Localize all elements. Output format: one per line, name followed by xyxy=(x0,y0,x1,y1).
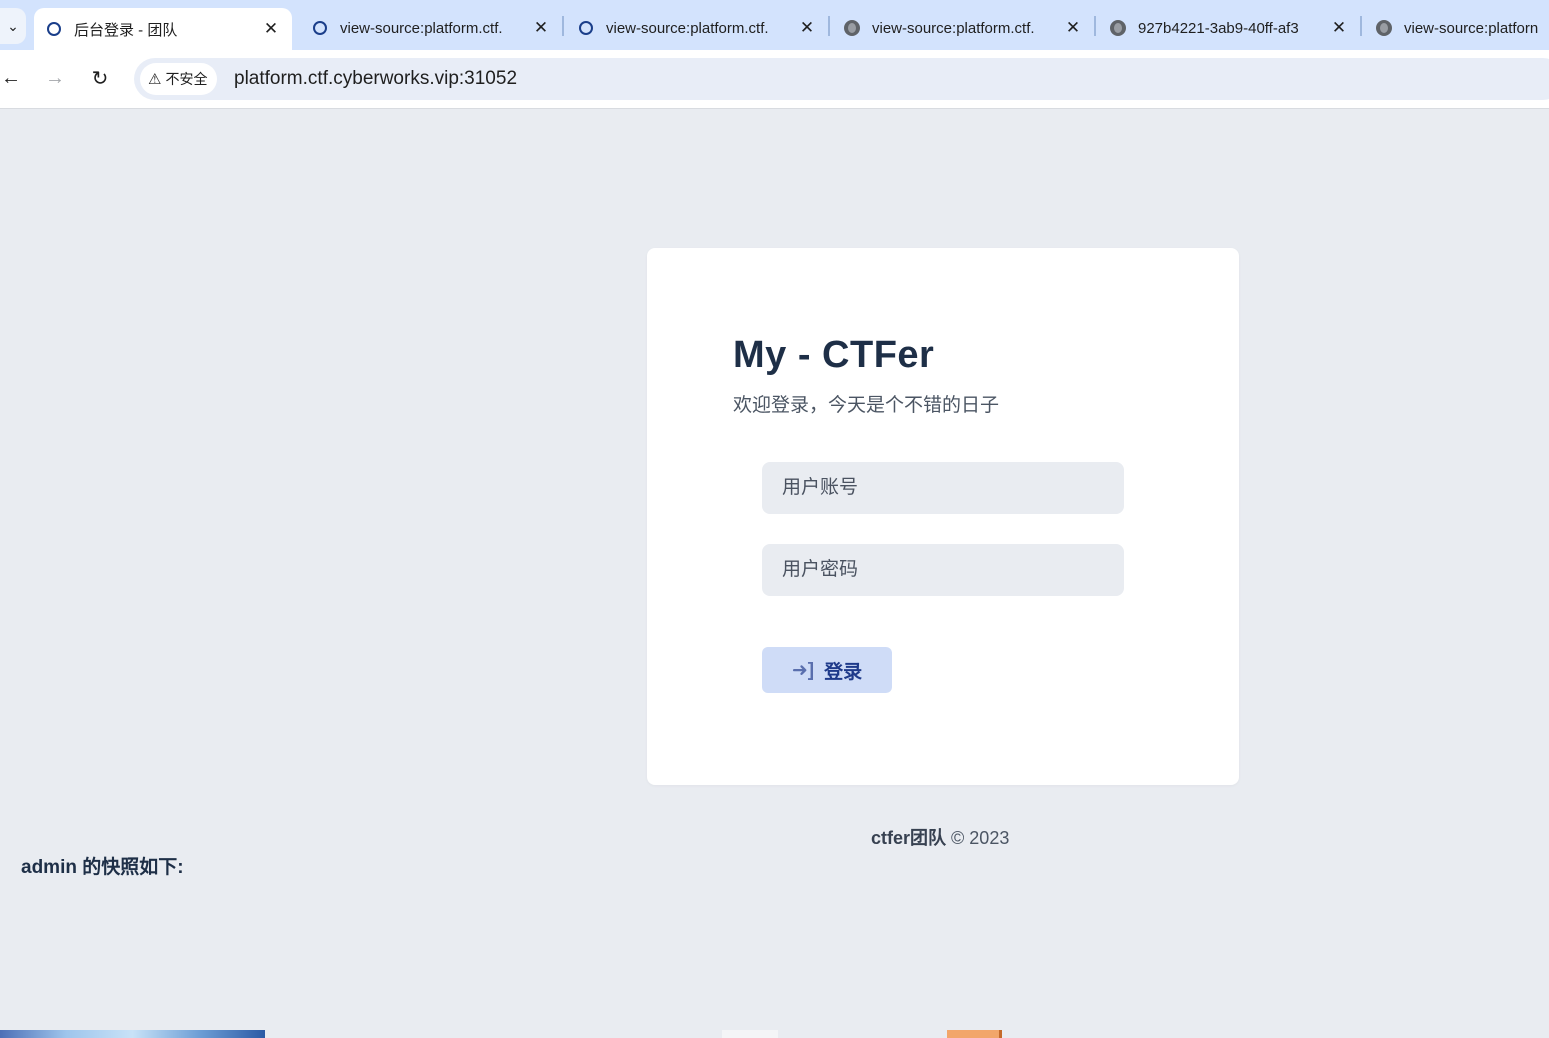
tab-separator xyxy=(1094,16,1096,36)
login-button-label: 登录 xyxy=(824,661,863,683)
browser-toolbar: ← → ↻ ⚠ 不安全 platform.ctf.cyberworks.vip:… xyxy=(0,50,1549,109)
loading-ring-icon xyxy=(312,20,328,36)
security-indicator[interactable]: ⚠ 不安全 xyxy=(140,63,218,95)
close-icon[interactable]: ✕ xyxy=(260,18,282,40)
password-input[interactable] xyxy=(762,544,1124,596)
tab-title: view-source:platform.ctf. xyxy=(340,19,503,37)
address-bar[interactable]: ⚠ 不安全 platform.ctf.cyberworks.vip:31052 xyxy=(134,58,1549,100)
username-input[interactable] xyxy=(762,462,1124,514)
close-icon[interactable]: ✕ xyxy=(530,17,552,39)
back-arrow-icon[interactable]: ← xyxy=(0,60,27,96)
tab-title: view-source:platform.ctf. xyxy=(606,19,769,37)
snapshot-image xyxy=(722,1030,778,1038)
tab-title: view-source:platforn xyxy=(1404,19,1539,37)
sign-in-icon: ➜] xyxy=(791,659,815,681)
tab-title: view-source:platform.ctf. xyxy=(872,19,1035,37)
tab-title: 后台登录 - 团队 xyxy=(74,21,178,39)
tab[interactable]: 927b4221-3ab9-40ff-af3 ✕ xyxy=(1098,8,1360,48)
footer: ctfer团队 © 2023 xyxy=(871,824,1009,850)
globe-icon xyxy=(1110,20,1126,36)
snapshot-image xyxy=(0,1030,265,1038)
loading-ring-icon xyxy=(46,21,62,37)
warning-triangle-icon: ⚠ xyxy=(148,71,162,88)
footer-team: ctfer团队 xyxy=(871,828,947,848)
tab-separator xyxy=(1360,16,1362,36)
login-button[interactable]: ➜] 登录 xyxy=(762,647,892,693)
url-text[interactable]: platform.ctf.cyberworks.vip:31052 xyxy=(234,68,517,90)
login-card: My - CTFer 欢迎登录，今天是个不错的日子 ➜] 登录 xyxy=(647,248,1239,785)
footer-copyright: © 2023 xyxy=(951,828,1010,848)
page-subtitle: 欢迎登录，今天是个不错的日子 xyxy=(733,395,1000,416)
reload-icon[interactable]: ↻ xyxy=(84,60,116,96)
tab[interactable]: view-source:platform.ctf. ✕ xyxy=(300,8,562,48)
tab-search-chevron-icon[interactable]: ⌄ xyxy=(0,8,26,44)
close-icon[interactable]: ✕ xyxy=(1328,17,1350,39)
tab-separator xyxy=(828,16,830,36)
globe-icon xyxy=(844,20,860,36)
close-icon[interactable]: ✕ xyxy=(796,17,818,39)
tab-separator xyxy=(562,16,564,36)
close-icon[interactable]: ✕ xyxy=(1062,17,1084,39)
forward-arrow-icon[interactable]: → xyxy=(39,60,71,96)
globe-icon xyxy=(1376,20,1392,36)
tab-title: 927b4221-3ab9-40ff-af3 xyxy=(1138,19,1299,37)
snapshot-image xyxy=(947,1030,1002,1038)
loading-ring-icon xyxy=(578,20,594,36)
security-label: 不安全 xyxy=(165,71,208,87)
tab-active[interactable]: 后台登录 - 团队 ✕ xyxy=(34,8,292,50)
tab[interactable]: view-source:platform.ctf. ✕ xyxy=(832,8,1094,48)
tab-strip: ⌄ 后台登录 - 团队 ✕ view-source:platform.ctf. … xyxy=(0,0,1549,50)
tab[interactable]: view-source:platform.ctf. ✕ xyxy=(566,8,828,48)
page-title: My - CTFer xyxy=(733,334,935,376)
snapshot-caption: admin 的快照如下: xyxy=(21,857,184,878)
tab[interactable]: view-source:platforn xyxy=(1364,8,1549,48)
